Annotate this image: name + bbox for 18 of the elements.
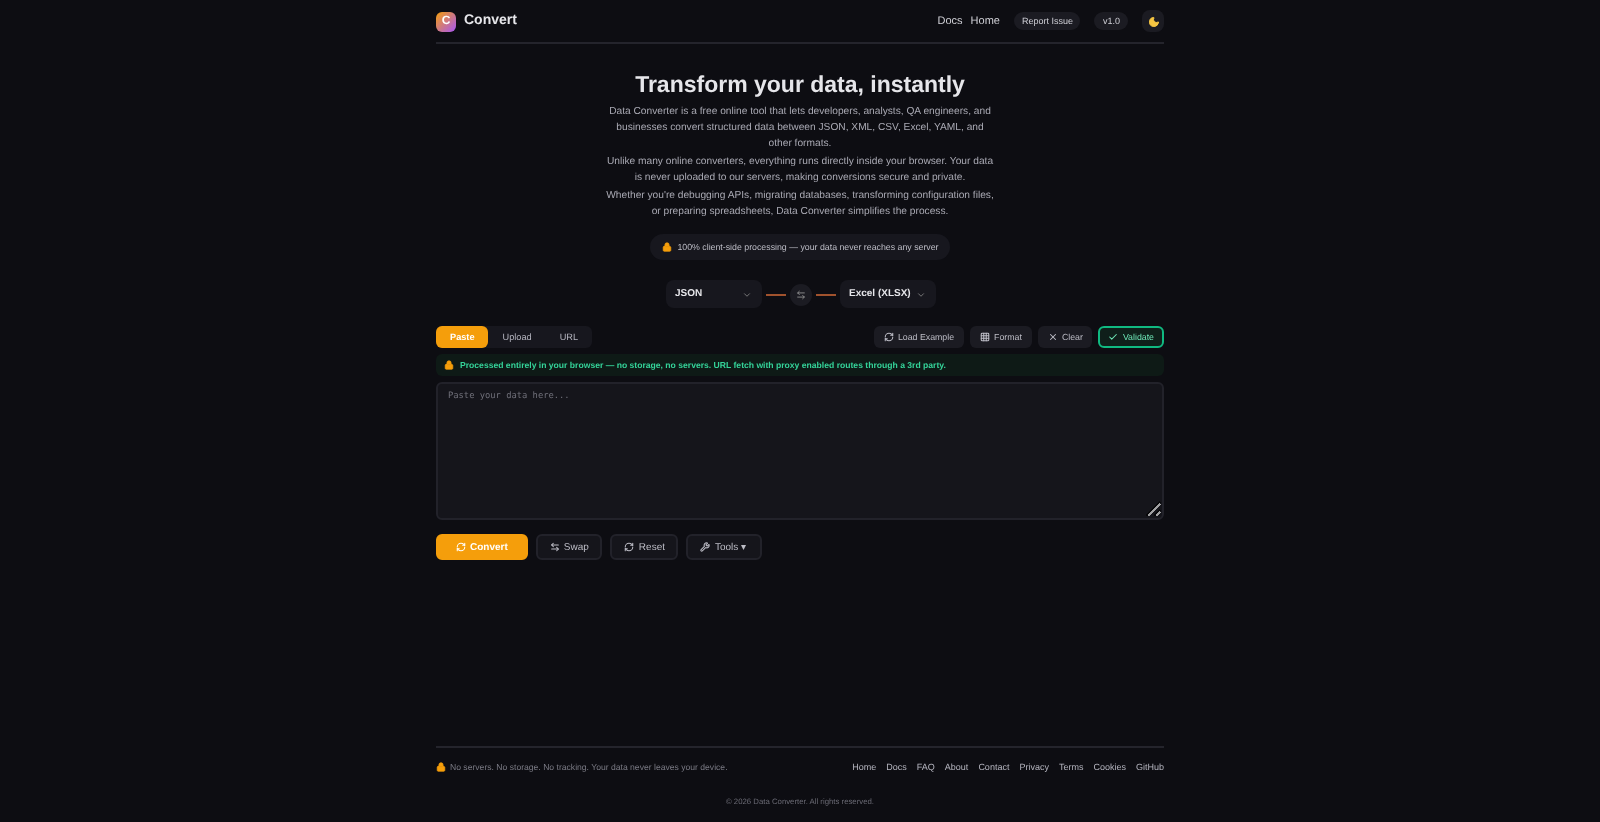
- chevron-icon: [915, 289, 925, 300]
- theme-toggle[interactable]: [1142, 10, 1164, 32]
- lock-icon: [436, 762, 446, 772]
- check-icon: [1108, 332, 1119, 343]
- lock-icon: [661, 242, 672, 253]
- lock-icon: [444, 360, 454, 371]
- wrench-icon: [700, 542, 711, 553]
- page-title: Transform your data, instantly: [635, 74, 965, 98]
- grid-icon: [980, 332, 991, 343]
- close-icon: [1047, 332, 1058, 343]
- swap-formats-button[interactable]: [789, 283, 811, 306]
- swap-icon: [549, 542, 560, 553]
- chevron-icon: [741, 289, 751, 300]
- refresh-icon: [456, 542, 466, 553]
- moon-icon: [1147, 15, 1159, 27]
- refresh-icon: [883, 332, 894, 343]
- refresh-icon: [624, 542, 635, 553]
- swap-icon: [795, 289, 805, 300]
